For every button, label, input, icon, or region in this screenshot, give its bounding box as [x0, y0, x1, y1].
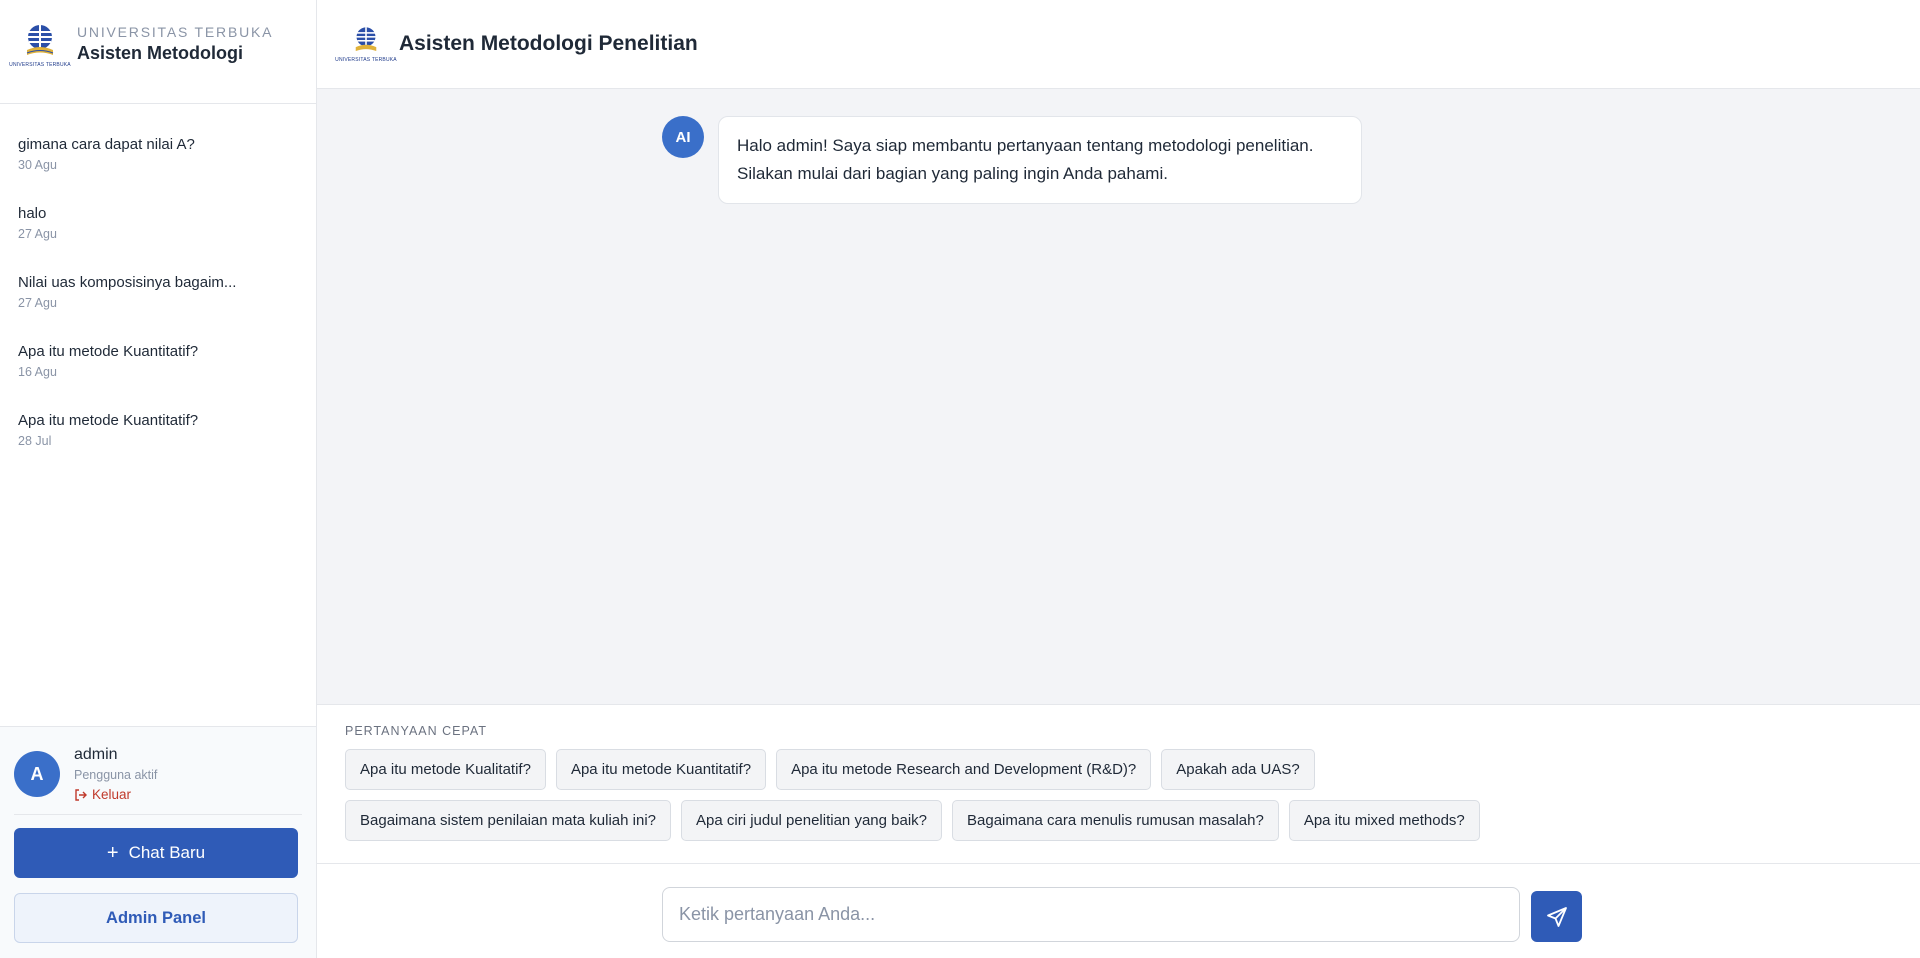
university-logo: UNIVERSITAS TERBUKA — [335, 25, 397, 63]
university-logo: UNIVERSITAS TERBUKA — [9, 22, 71, 68]
history-date: 16 Agu — [18, 365, 57, 379]
user-info: admin Pengguna aktif Keluar — [74, 746, 157, 802]
quick-question-list: Apa itu metode Kualitatif? Apa itu metod… — [345, 749, 1645, 841]
main-area: UNIVERSITAS TERBUKA Asisten Metodologi P… — [317, 0, 1920, 958]
send-icon — [1546, 906, 1567, 927]
history-title: Nilai uas komposisinya bagaim... — [18, 274, 237, 291]
history-title: Apa itu metode Kuantitatif? — [18, 343, 199, 360]
sidebar-footer: A admin Pengguna aktif Keluar + Chat Bar… — [0, 726, 316, 958]
ai-avatar: AI — [662, 116, 704, 158]
avatar: A — [14, 751, 60, 797]
history-item[interactable]: gimana cara dapat nilai A? 30 Agu — [0, 121, 316, 190]
history-date: 28 Jul — [18, 434, 52, 448]
user-profile: A admin Pengguna aktif Keluar — [14, 727, 302, 815]
chat-history: gimana cara dapat nilai A? 30 Agu halo 2… — [0, 104, 316, 726]
brand: UNIVERSITAS TERBUKA Asisten Metodologi — [77, 24, 273, 64]
ai-message: AI Halo admin! Saya siap membantu pertan… — [662, 116, 1362, 204]
history-item[interactable]: halo 27 Agu — [0, 190, 316, 259]
admin-panel-button[interactable]: Admin Panel — [14, 893, 298, 943]
send-button[interactable] — [1531, 891, 1582, 942]
sidebar: UNIVERSITAS TERBUKA UNIVERSITAS TERBUKA … — [0, 0, 317, 958]
app-title: Asisten Metodologi — [77, 43, 243, 63]
history-item[interactable]: Apa itu metode Kuantitatif? 16 Agu — [0, 328, 316, 397]
quick-question-chip[interactable]: Apa itu mixed methods? — [1288, 800, 1480, 841]
logout-icon — [75, 788, 87, 801]
user-status: Pengguna aktif — [74, 768, 158, 782]
message-bubble: Halo admin! Saya siap membantu pertanyaa… — [718, 116, 1362, 204]
quick-question-chip[interactable]: Apa itu metode Kualitatif? — [345, 749, 546, 790]
history-title: Apa itu metode Kuantitatif? — [18, 412, 199, 429]
quick-question-chip[interactable]: Bagaimana sistem penilaian mata kuliah i… — [345, 800, 672, 841]
page-title: Asisten Metodologi Penelitian — [399, 32, 698, 55]
logout-label: Keluar — [92, 787, 132, 802]
quick-questions: PERTANYAAN CEPAT Apa itu metode Kualitat… — [317, 704, 1920, 863]
plus-icon: + — [106, 842, 119, 864]
logo-caption: UNIVERSITAS TERBUKA — [9, 62, 71, 68]
top-bar: UNIVERSITAS TERBUKA Asisten Metodologi P… — [317, 0, 1920, 89]
quick-question-chip[interactable]: Apakah ada UAS? — [1161, 749, 1315, 790]
quick-questions-label: PERTANYAAN CEPAT — [345, 724, 487, 738]
new-chat-button[interactable]: + Chat Baru — [14, 828, 298, 878]
user-name: admin — [74, 746, 118, 763]
question-input[interactable] — [662, 887, 1520, 942]
chat-area: AI Halo admin! Saya siap membantu pertan… — [317, 89, 1920, 704]
quick-question-chip[interactable]: Bagaimana cara menulis rumusan masalah? — [952, 800, 1279, 841]
history-item[interactable]: Nilai uas komposisinya bagaim... 27 Agu — [0, 259, 316, 328]
history-item[interactable]: Apa itu metode Kuantitatif? 28 Jul — [0, 397, 316, 466]
quick-question-chip[interactable]: Apa itu metode Research and Development … — [776, 749, 1152, 790]
sidebar-header: UNIVERSITAS TERBUKA UNIVERSITAS TERBUKA … — [0, 0, 316, 104]
history-date: 30 Agu — [18, 158, 57, 172]
quick-question-chip[interactable]: Apa itu metode Kuantitatif? — [555, 749, 767, 790]
org-name: UNIVERSITAS TERBUKA — [77, 24, 274, 40]
quick-question-chip[interactable]: Apa ciri judul penelitian yang baik? — [681, 800, 942, 841]
history-title: gimana cara dapat nilai A? — [18, 136, 195, 153]
logout-link[interactable]: Keluar — [74, 787, 157, 802]
new-chat-label: Chat Baru — [128, 843, 206, 862]
history-date: 27 Agu — [18, 227, 57, 241]
composer — [317, 863, 1920, 958]
history-date: 27 Agu — [18, 296, 57, 310]
logo-caption: UNIVERSITAS TERBUKA — [335, 57, 397, 63]
history-title: halo — [18, 205, 47, 222]
